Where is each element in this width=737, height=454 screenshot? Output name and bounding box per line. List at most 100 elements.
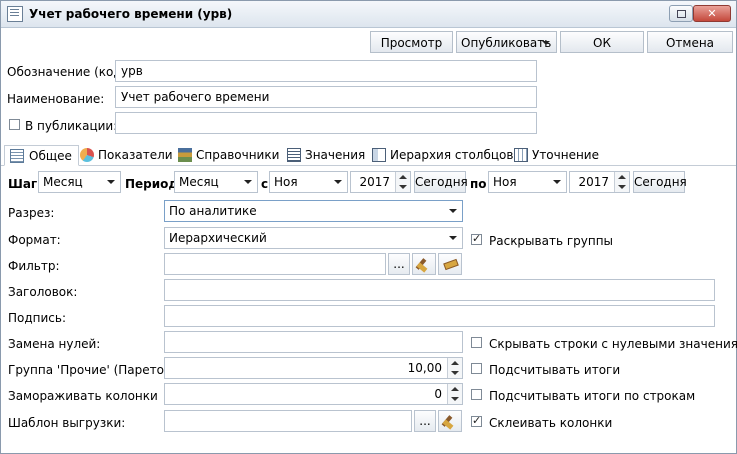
tab-values-label: Значения [305, 148, 366, 162]
broom-head-icon [442, 419, 454, 430]
to-month-value: Ноя [493, 175, 517, 189]
publication-checkbox[interactable] [9, 119, 20, 130]
from-label: с [261, 177, 269, 191]
chevron-down-icon [449, 209, 457, 213]
tab-hierarchy[interactable]: Иерархия столбцов [372, 145, 513, 165]
format-value: Иерархический [169, 231, 267, 245]
from-month-value: Ноя [274, 175, 298, 189]
chevron-down-icon [449, 236, 457, 240]
cancel-button[interactable]: Отмена [647, 31, 733, 53]
caption-field[interactable] [164, 305, 715, 327]
to-year-spinner[interactable]: 2017 [569, 171, 630, 193]
ok-button[interactable]: ОК [560, 31, 644, 53]
publish-dropdown-button[interactable]: Опубликовать [456, 31, 557, 53]
freeze-cols-value: 0 [434, 387, 442, 401]
spin-down-icon[interactable] [395, 182, 410, 192]
tab-indicators-label: Показатели [98, 148, 173, 162]
period-value: Месяц [179, 175, 219, 189]
title-bar[interactable]: Учет рабочего времени (урв) ✕ [1, 1, 736, 28]
name-label: Наименование: [7, 92, 105, 106]
spin-down-icon[interactable] [447, 368, 462, 378]
filter-edit-button[interactable] [438, 253, 462, 275]
name-field[interactable]: Учет рабочего времени [115, 86, 537, 108]
publish-label: Опубликовать [461, 36, 552, 50]
other-group-value: 10,00 [407, 361, 442, 375]
chevron-down-icon [107, 180, 115, 184]
publication-field[interactable] [115, 112, 537, 134]
filter-label: Фильтр: [8, 259, 60, 273]
general-icon [10, 149, 24, 163]
expand-groups-checkbox[interactable] [471, 232, 482, 245]
table-icon [7, 6, 23, 22]
hierarchy-icon [372, 148, 386, 162]
format-label: Формат: [8, 233, 61, 247]
step-label: Шаг: [8, 177, 42, 191]
code-label: Обозначение (код): [7, 65, 131, 79]
tab-values[interactable]: Значения [287, 145, 365, 165]
export-template-clear-button[interactable] [438, 410, 462, 432]
to-label: по [470, 177, 487, 191]
export-template-browse-button[interactable]: ... [414, 410, 436, 432]
tab-refine-label: Уточнение [532, 148, 599, 162]
window-title: Учет рабочего времени (урв) [29, 7, 233, 21]
from-today-button[interactable]: Сегодня [414, 171, 468, 193]
tab-hierarchy-label: Иерархия столбцов [390, 148, 514, 162]
slice-combo[interactable]: По аналитике [164, 200, 463, 222]
freeze-cols-label: Замораживать колонки [8, 389, 158, 403]
from-month-combo[interactable]: Ноя [269, 171, 348, 193]
tab-bar: Общее Показатели Справочники Значения Ие… [1, 143, 736, 166]
tab-directories-label: Справочники [196, 148, 280, 162]
to-month-combo[interactable]: Ноя [488, 171, 567, 193]
spin-down-icon[interactable] [447, 394, 462, 404]
merge-cols-checkbox[interactable] [471, 414, 482, 427]
tab-general[interactable]: Общее [4, 145, 79, 166]
dialog-window: Учет рабочего времени (урв) ✕ Просмотр О… [0, 0, 737, 454]
export-template-label: Шаблон выгрузки: [8, 416, 126, 430]
indicators-icon [80, 148, 94, 162]
period-combo[interactable]: Месяц [174, 171, 258, 193]
to-today-button[interactable]: Сегодня [633, 171, 687, 193]
heading-label: Заголовок: [8, 285, 78, 299]
code-field[interactable]: урв [115, 60, 537, 82]
filter-field[interactable] [164, 253, 386, 275]
filter-clear-button[interactable] [412, 253, 436, 275]
slice-label: Разрез: [8, 206, 55, 220]
freeze-cols-spinner[interactable]: 0 [164, 383, 463, 405]
spin-down-icon[interactable] [614, 182, 629, 192]
chevron-down-icon [334, 180, 342, 184]
other-group-label: Группа 'Прочие' (Парето), % [8, 363, 188, 377]
caption-label: Подпись: [8, 311, 67, 325]
directories-icon [178, 148, 192, 162]
chevron-down-icon [553, 180, 561, 184]
from-year-spinner[interactable]: 2017 [350, 171, 411, 193]
export-template-field[interactable] [164, 410, 412, 432]
tab-indicators[interactable]: Показатели [80, 145, 173, 165]
tab-refine[interactable]: Уточнение [514, 145, 599, 165]
refine-icon [514, 148, 528, 162]
tab-general-label: Общее [29, 149, 72, 163]
count-row-totals-checkbox[interactable] [471, 389, 482, 400]
zero-replace-field[interactable] [164, 331, 463, 353]
broom-head-icon [416, 262, 428, 273]
close-button[interactable]: ✕ [693, 5, 731, 22]
hide-zero-rows-checkbox[interactable] [471, 337, 482, 348]
count-totals-checkbox[interactable] [471, 363, 482, 374]
publication-label: В публикации: [25, 119, 118, 133]
other-group-spinner[interactable]: 10,00 [164, 357, 463, 379]
expand-groups-label: Раскрывать группы [489, 234, 614, 248]
step-combo[interactable]: Месяц [38, 171, 121, 193]
filter-browse-button[interactable]: ... [388, 253, 410, 275]
format-combo[interactable]: Иерархический [164, 227, 463, 249]
preview-button[interactable]: Просмотр [370, 31, 453, 53]
to-year-value: 2017 [578, 175, 609, 189]
heading-field[interactable] [164, 279, 715, 301]
zero-replace-label: Замена нулей: [8, 337, 101, 351]
merge-cols-label: Склеивать колонки [489, 416, 613, 430]
tab-directories[interactable]: Справочники [178, 145, 279, 165]
count-totals-label: Подсчитывать итоги [489, 363, 621, 377]
restore-button[interactable] [669, 5, 693, 22]
from-year-value: 2017 [359, 175, 390, 189]
count-row-totals-label: Подсчитывать итоги по строкам [489, 389, 696, 403]
eraser-icon [443, 258, 459, 271]
slice-value: По аналитике [169, 204, 257, 218]
